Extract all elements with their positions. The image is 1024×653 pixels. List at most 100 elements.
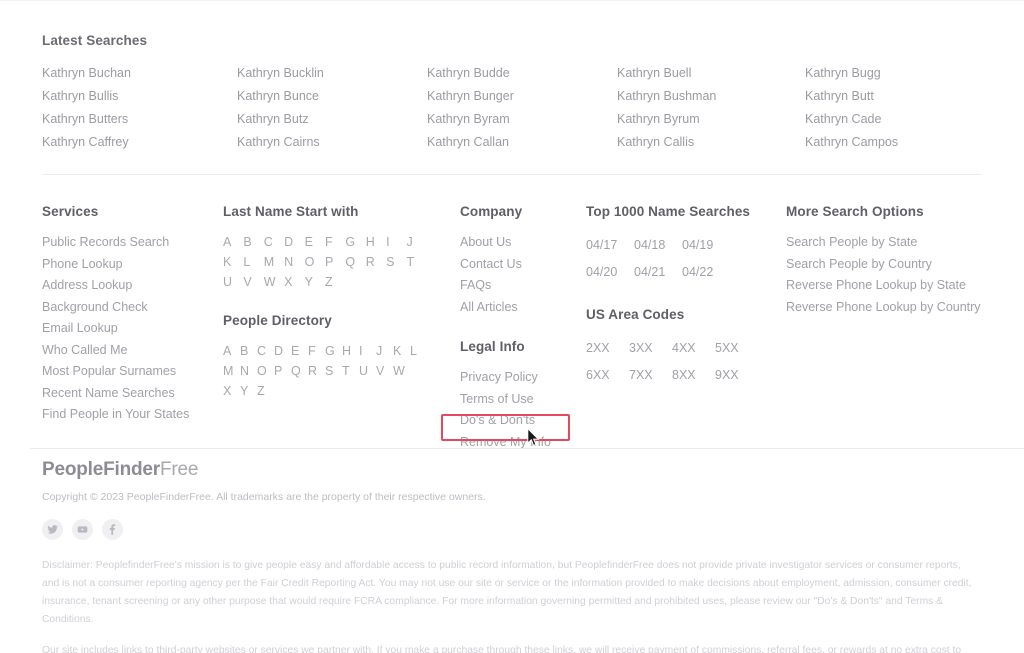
latest-search-link[interactable]: Kathryn Cairns [237, 131, 427, 154]
alpha-link[interactable]: O [257, 361, 274, 381]
latest-search-link[interactable]: Kathryn Bullis [42, 85, 237, 108]
area-code-link[interactable]: 7XX [629, 362, 672, 389]
alpha-link[interactable]: I [386, 232, 406, 252]
latest-search-link[interactable]: Kathryn Butt [805, 85, 982, 108]
alpha-link[interactable]: X [284, 272, 304, 292]
alpha-link[interactable]: U [223, 272, 243, 292]
alpha-link[interactable]: T [407, 252, 427, 272]
alpha-link[interactable]: F [325, 232, 345, 252]
alpha-link[interactable]: G [345, 232, 365, 252]
sidebar-item-search-people-by-country[interactable]: Search People by Country [786, 254, 996, 276]
latest-search-link[interactable]: Kathryn Bugg [805, 62, 982, 85]
area-code-link[interactable]: 9XX [715, 362, 758, 389]
alpha-link[interactable]: I [359, 341, 376, 361]
alpha-link[interactable]: T [342, 361, 359, 381]
sidebar-item-privacy-policy[interactable]: Privacy Policy [460, 367, 580, 389]
alpha-link[interactable]: D [274, 341, 291, 361]
area-code-link[interactable]: 3XX [629, 335, 672, 362]
alpha-link[interactable]: Z [257, 381, 274, 401]
area-code-link[interactable]: 8XX [672, 362, 715, 389]
alpha-link[interactable]: J [407, 232, 427, 252]
latest-search-link[interactable]: Kathryn Callis [617, 131, 805, 154]
alpha-link[interactable]: B [240, 341, 257, 361]
alpha-link[interactable]: Y [305, 272, 325, 292]
alpha-link[interactable]: N [284, 252, 304, 272]
youtube-icon[interactable] [72, 519, 93, 540]
twitter-icon[interactable] [42, 519, 63, 540]
sidebar-item-search-people-by-state[interactable]: Search People by State [786, 232, 996, 254]
alpha-link[interactable]: J [376, 341, 393, 361]
sidebar-item-all-articles[interactable]: All Articles [460, 297, 580, 319]
alpha-link[interactable]: H [342, 341, 359, 361]
sidebar-item-terms-of-use[interactable]: Terms of Use [460, 389, 580, 411]
alpha-link[interactable]: Q [345, 252, 365, 272]
alpha-link[interactable]: Z [325, 272, 345, 292]
latest-search-link[interactable]: Kathryn Callan [427, 131, 617, 154]
alpha-link[interactable]: A [223, 341, 240, 361]
date-link[interactable]: 04/22 [682, 259, 730, 286]
latest-search-link[interactable]: Kathryn Bucklin [237, 62, 427, 85]
latest-search-link[interactable]: Kathryn Butz [237, 108, 427, 131]
alpha-link[interactable]: R [366, 252, 386, 272]
date-link[interactable]: 04/21 [634, 259, 682, 286]
alpha-link[interactable]: Q [291, 361, 308, 381]
alpha-link[interactable]: O [305, 252, 325, 272]
alpha-link[interactable]: A [223, 232, 243, 252]
sidebar-item-about-us[interactable]: About Us [460, 232, 580, 254]
area-code-link[interactable]: 2XX [586, 335, 629, 362]
latest-search-link[interactable]: Kathryn Bunce [237, 85, 427, 108]
sidebar-item-faqs[interactable]: FAQs [460, 275, 580, 297]
alpha-link[interactable]: E [291, 341, 308, 361]
date-link[interactable]: 04/17 [586, 232, 634, 259]
alpha-link[interactable]: K [223, 252, 243, 272]
alpha-link[interactable]: L [410, 341, 427, 361]
alpha-link[interactable]: W [393, 361, 410, 381]
latest-search-link[interactable]: Kathryn Buchan [42, 62, 237, 85]
sidebar-item-most-popular-surnames[interactable]: Most Popular Surnames [42, 361, 222, 383]
latest-search-link[interactable]: Kathryn Buell [617, 62, 805, 85]
alpha-link[interactable]: V [243, 272, 263, 292]
latest-search-link[interactable]: Kathryn Butters [42, 108, 237, 131]
sidebar-item-email-lookup[interactable]: Email Lookup [42, 318, 222, 340]
sidebar-item-recent-name-searches[interactable]: Recent Name Searches [42, 383, 222, 405]
alpha-link[interactable]: H [366, 232, 386, 252]
alpha-link[interactable]: M [264, 252, 284, 272]
alpha-link[interactable]: R [308, 361, 325, 381]
alpha-link[interactable]: S [386, 252, 406, 272]
logo[interactable]: PeopleFinderFree [42, 458, 992, 482]
sidebar-item-public-records-search[interactable]: Public Records Search [42, 232, 222, 254]
sidebar-item-who-called-me[interactable]: Who Called Me [42, 340, 222, 362]
alpha-link[interactable]: G [325, 341, 342, 361]
area-code-link[interactable]: 5XX [715, 335, 758, 362]
sidebar-item-reverse-phone-lookup-by-state[interactable]: Reverse Phone Lookup by State [786, 275, 996, 297]
sidebar-item-background-check[interactable]: Background Check [42, 297, 222, 319]
alpha-link[interactable]: Y [240, 381, 257, 401]
alpha-link[interactable]: D [284, 232, 304, 252]
alpha-link[interactable]: M [223, 361, 240, 381]
latest-search-link[interactable]: Kathryn Cade [805, 108, 982, 131]
sidebar-item-remove-my-info[interactable]: Remove My Info [460, 432, 580, 454]
alpha-link[interactable]: K [393, 341, 410, 361]
sidebar-item-dos-and-donts[interactable]: Do's & Don'ts [460, 410, 580, 432]
alpha-link[interactable]: V [376, 361, 393, 381]
alpha-link[interactable]: X [223, 381, 240, 401]
alpha-link[interactable]: C [264, 232, 284, 252]
sidebar-item-address-lookup[interactable]: Address Lookup [42, 275, 222, 297]
alpha-link[interactable]: U [359, 361, 376, 381]
latest-search-link[interactable]: Kathryn Bushman [617, 85, 805, 108]
latest-search-link[interactable]: Kathryn Bunger [427, 85, 617, 108]
latest-search-link[interactable]: Kathryn Caffrey [42, 131, 237, 154]
sidebar-item-contact-us[interactable]: Contact Us [460, 254, 580, 276]
sidebar-item-phone-lookup[interactable]: Phone Lookup [42, 254, 222, 276]
sidebar-item-reverse-phone-lookup-by-country[interactable]: Reverse Phone Lookup by Country [786, 297, 996, 319]
alpha-link[interactable]: S [325, 361, 342, 381]
alpha-link[interactable]: E [305, 232, 325, 252]
latest-search-link[interactable]: Kathryn Budde [427, 62, 617, 85]
alpha-link[interactable]: P [325, 252, 345, 272]
sidebar-item-find-people-in-your-states[interactable]: Find People in Your States [42, 404, 222, 426]
area-code-link[interactable]: 6XX [586, 362, 629, 389]
latest-search-link[interactable]: Kathryn Campos [805, 131, 982, 154]
facebook-icon[interactable] [102, 519, 123, 540]
alpha-link[interactable]: P [274, 361, 291, 381]
latest-search-link[interactable]: Kathryn Byrum [617, 108, 805, 131]
